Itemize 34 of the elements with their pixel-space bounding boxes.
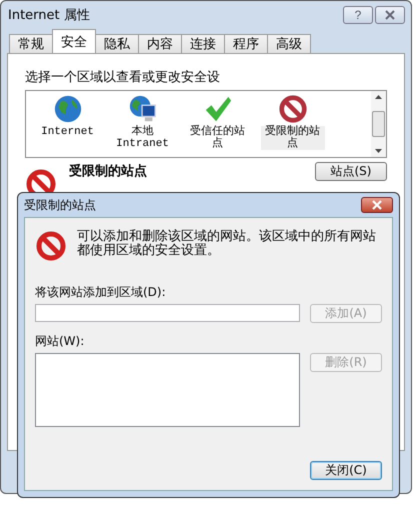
close-dialog-button[interactable]: 关闭(C) bbox=[310, 461, 382, 480]
tab[interactable]: 高级 bbox=[267, 34, 311, 53]
scroll-up-icon bbox=[375, 95, 382, 99]
window-title: Internet 属性 bbox=[7, 7, 90, 24]
scroll-bar[interactable] bbox=[371, 91, 386, 157]
prohibited-icon bbox=[35, 230, 67, 262]
scroll-down-icon bbox=[375, 149, 382, 153]
tab[interactable]: 连接 bbox=[181, 34, 225, 53]
dialog-message: 可以添加和删除该区域的网站。该区域中的所有网站都使用区域的安全设置。 bbox=[77, 230, 377, 258]
zone-item[interactable]: Internet bbox=[30, 91, 105, 157]
close-icon bbox=[371, 200, 383, 210]
close-button[interactable] bbox=[375, 6, 405, 24]
close-icon bbox=[384, 10, 396, 20]
field-label: 将该网站添加到区域(D): bbox=[35, 284, 167, 301]
website-input-field[interactable] bbox=[35, 304, 300, 322]
tab[interactable]: 隐私 bbox=[95, 34, 139, 53]
close-button[interactable] bbox=[361, 197, 393, 213]
zone-item[interactable]: 受信任的站点 bbox=[180, 91, 255, 157]
sites-button[interactable]: 站点(S) bbox=[315, 162, 387, 181]
zone-title: 受限制的站点 bbox=[69, 162, 148, 180]
tab[interactable]: 内容 bbox=[138, 34, 182, 53]
zone-prompt: 选择一个区域以查看或更改安全设 bbox=[25, 69, 221, 86]
tab[interactable]: 安全 bbox=[52, 29, 96, 53]
globe-icon bbox=[52, 94, 82, 124]
help-button[interactable]: ? bbox=[343, 6, 373, 24]
websites-list[interactable] bbox=[35, 353, 300, 427]
zone-item[interactable]: 受限制的站点 bbox=[255, 91, 330, 157]
zone-item[interactable]: 本地 Intranet bbox=[105, 91, 180, 157]
tab[interactable]: 常规 bbox=[9, 34, 53, 53]
list-label: 网站(W): bbox=[35, 333, 86, 350]
globe-computer-icon bbox=[128, 94, 158, 124]
prohibited-icon bbox=[278, 94, 308, 124]
tab[interactable]: 程序 bbox=[224, 34, 268, 53]
dialog-title: 受限制的站点 bbox=[24, 196, 96, 214]
